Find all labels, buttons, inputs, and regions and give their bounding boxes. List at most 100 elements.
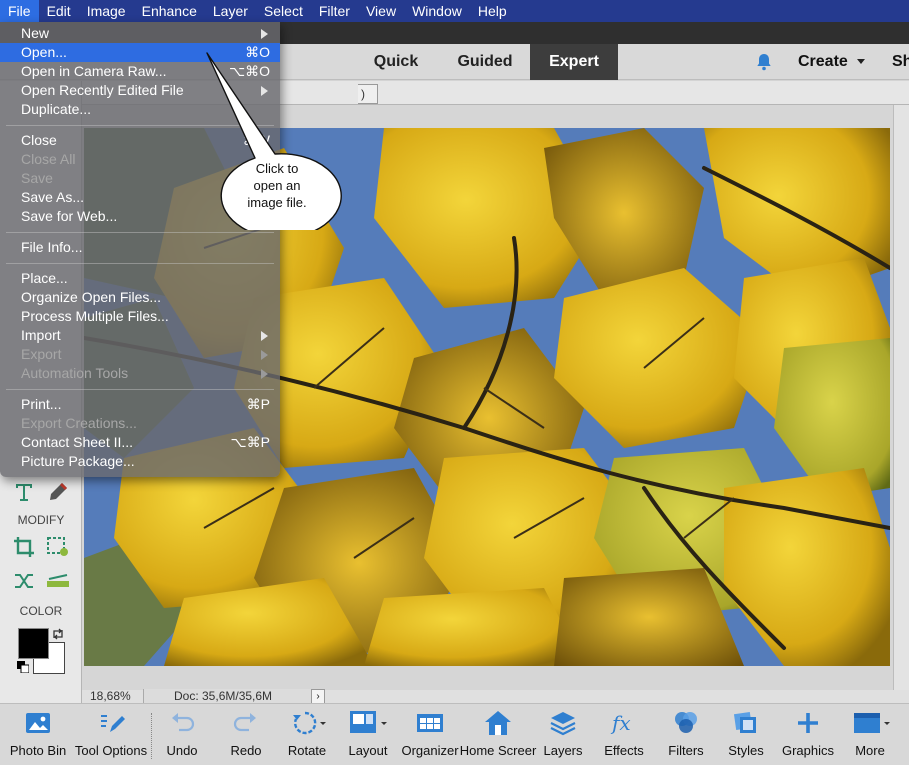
default-colors-icon[interactable]: [17, 661, 29, 673]
menu-item-label: File Info...: [21, 239, 83, 255]
menu-separator: [6, 232, 274, 233]
menu-item-label: Save As...: [21, 189, 85, 205]
more-button[interactable]: More: [846, 703, 894, 765]
styles-label: Styles: [728, 743, 764, 758]
layout-button[interactable]: Layout: [344, 703, 392, 765]
layers-button[interactable]: Layers: [541, 703, 585, 765]
straighten-tool-icon[interactable]: [43, 567, 73, 595]
swap-colors-icon[interactable]: [51, 627, 65, 641]
callout-line: open an: [253, 178, 301, 193]
menu-help[interactable]: Help: [470, 0, 515, 22]
foreground-color-swatch[interactable]: [18, 628, 49, 659]
tool-options-button[interactable]: Tool Options: [74, 703, 148, 765]
create-button[interactable]: Create: [798, 44, 848, 80]
callout-line: Click to: [255, 161, 299, 176]
redo-label: Redo: [230, 743, 262, 758]
mode-expert-tab[interactable]: Expert: [530, 44, 618, 80]
menu-item-label: Import: [21, 327, 61, 343]
rotate-icon: [293, 711, 326, 735]
notification-bell-icon[interactable]: [754, 52, 774, 72]
share-button[interactable]: Sh: [892, 44, 909, 80]
rotate-button[interactable]: Rotate: [283, 703, 331, 765]
menu-item-new[interactable]: New: [0, 24, 280, 43]
tool-options-label: Tool Options: [74, 743, 148, 758]
submenu-arrow-icon: [261, 350, 268, 360]
document-tab-close[interactable]: ): [358, 84, 378, 104]
menu-window[interactable]: Window: [404, 0, 470, 22]
effects-button[interactable]: fx Effects: [602, 703, 646, 765]
undo-button[interactable]: Undo: [160, 703, 204, 765]
menu-item-import[interactable]: Import: [0, 326, 280, 345]
menu-item-label: Open...: [21, 44, 67, 60]
menu-item-label: Organize Open Files...: [21, 289, 162, 305]
menu-item-label: Contact Sheet II...: [21, 434, 134, 450]
menu-image[interactable]: Image: [79, 0, 134, 22]
photo-bin-label: Photo Bin: [9, 743, 67, 758]
submenu-arrow-icon: [261, 331, 268, 341]
type-tool-icon[interactable]: [9, 478, 39, 506]
zoom-level[interactable]: 18,68%: [90, 690, 131, 703]
content-aware-move-icon[interactable]: [9, 567, 39, 595]
filters-label: Filters: [668, 743, 704, 758]
menu-item-label: Close: [21, 132, 57, 148]
crop-tool-icon[interactable]: [9, 533, 39, 561]
menu-layer[interactable]: Layer: [205, 0, 256, 22]
filters-button[interactable]: Filters: [664, 703, 708, 765]
submenu-arrow-icon: [261, 369, 268, 379]
menu-view[interactable]: View: [358, 0, 404, 22]
taskbar-separator: [151, 713, 152, 759]
menu-enhance[interactable]: Enhance: [134, 0, 205, 22]
home-screen-button[interactable]: Home Screer: [459, 703, 537, 765]
menu-item-label: Open Recently Edited File: [21, 82, 184, 98]
mode-guided-tab[interactable]: Guided: [445, 44, 525, 80]
callout-text: Click to open an image file.: [232, 160, 322, 211]
menu-item-label: Process Multiple Files...: [21, 308, 169, 324]
styles-button[interactable]: Styles: [724, 703, 768, 765]
photo-bin-button[interactable]: Photo Bin: [4, 703, 72, 765]
menu-item-label: New: [21, 25, 50, 41]
menu-bar: File Edit Image Enhance Layer Select Fil…: [0, 0, 909, 22]
home-screen-label: Home Screer: [459, 743, 537, 758]
mode-quick-tab[interactable]: Quick: [356, 44, 436, 80]
menu-item-process-multiple-files[interactable]: Process Multiple Files...: [0, 307, 280, 326]
menu-edit[interactable]: Edit: [39, 0, 79, 22]
vertical-scrollbar[interactable]: [893, 105, 909, 690]
organizer-icon: [417, 714, 443, 732]
menu-item-organize-open-files[interactable]: Organize Open Files...: [0, 288, 280, 307]
menu-item-label: Automation Tools: [21, 365, 129, 381]
menu-item-label: Export: [21, 346, 62, 362]
menu-file[interactable]: File: [0, 0, 39, 22]
modify-section-label: MODIFY: [17, 513, 65, 527]
menu-item-label: Duplicate...: [21, 101, 92, 117]
organizer-button[interactable]: Organizer: [399, 703, 461, 765]
undo-icon: [172, 713, 195, 732]
create-caret-icon[interactable]: [857, 59, 865, 64]
menu-item-contact-sheet[interactable]: Contact Sheet II... ⌥⌘P: [0, 433, 280, 452]
layers-icon: [550, 712, 576, 736]
menu-item-label: Save: [21, 170, 53, 186]
menu-item-place[interactable]: Place...: [0, 269, 280, 288]
graphics-label: Graphics: [781, 743, 835, 758]
menu-item-file-info[interactable]: File Info...: [0, 238, 280, 257]
menu-item-picture-package[interactable]: Picture Package...: [0, 452, 280, 471]
menu-select[interactable]: Select: [256, 0, 311, 22]
menu-filter[interactable]: Filter: [311, 0, 358, 22]
menu-item-print[interactable]: Print... ⌘P: [0, 395, 280, 414]
more-label: More: [855, 743, 885, 758]
callout-line: image file.: [247, 195, 307, 210]
tool-options-icon: [101, 715, 125, 732]
menu-item-label: Close All: [21, 151, 76, 167]
pencil-tool-icon[interactable]: [43, 478, 73, 506]
color-section-label: COLOR: [19, 604, 63, 618]
status-info-button[interactable]: ›: [311, 689, 325, 704]
layers-label: Layers: [543, 743, 583, 758]
menu-item-export-creations: Export Creations...: [0, 414, 280, 433]
filters-icon: [675, 712, 697, 733]
redo-icon: [233, 713, 256, 732]
redo-button[interactable]: Redo: [224, 703, 268, 765]
more-icon: [854, 713, 890, 733]
graphics-button[interactable]: Graphics: [780, 703, 836, 765]
organizer-label: Organizer: [401, 743, 459, 758]
recompose-tool-icon[interactable]: [43, 533, 73, 561]
menu-item-label: Place...: [21, 270, 68, 286]
